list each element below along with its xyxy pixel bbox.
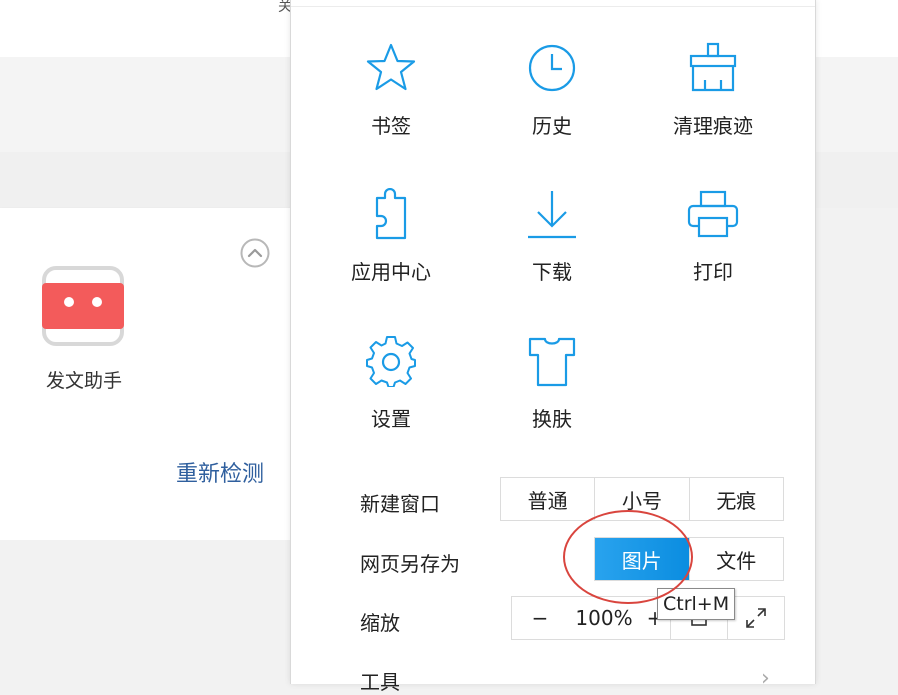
menu-item-label: 下载 <box>532 260 572 284</box>
new-window-incognito-button[interactable]: 无痕 <box>688 478 783 520</box>
zoom-out-button[interactable]: − <box>512 597 568 639</box>
tools-label[interactable]: 工具 <box>360 666 400 695</box>
save-as-file-button[interactable]: 文件 <box>688 538 784 580</box>
tshirt-icon <box>528 337 576 387</box>
new-window-label: 新建窗口 <box>360 492 440 516</box>
gear-icon <box>366 336 416 387</box>
menu-item-bookmarks[interactable]: 书签 <box>321 42 461 162</box>
menu-item-label: 书签 <box>371 114 411 138</box>
save-as-label: 网页另存为 <box>360 552 460 576</box>
menu-item-history[interactable]: 历史 <box>482 42 622 162</box>
printer-icon <box>687 190 739 238</box>
recheck-link[interactable]: 重新检测 <box>176 456 264 488</box>
zoom-label: 缩放 <box>360 611 400 635</box>
menu-item-app-center[interactable]: 应用中心 <box>321 188 461 308</box>
new-window-segment: 普通 小号 无痕 <box>500 477 784 521</box>
menu-item-skin[interactable]: 换肤 <box>482 335 622 455</box>
zoom-shortcut-tooltip: Ctrl+M <box>657 588 736 620</box>
menu-item-settings[interactable]: 设置 <box>321 335 461 455</box>
menu-item-label: 设置 <box>371 407 411 431</box>
menu-item-label: 打印 <box>693 260 733 284</box>
browser-menu-panel: 书签 历史 清理痕迹 应用中心 下载 打印 设置 换肤 新建窗口 普通 小号 无… <box>290 0 816 694</box>
puzzle-icon <box>375 188 407 240</box>
menu-item-print[interactable]: 打印 <box>643 188 783 308</box>
robot-icon[interactable] <box>41 265 125 347</box>
new-window-small-button[interactable]: 小号 <box>594 478 688 520</box>
broom-icon <box>689 42 737 92</box>
menu-item-label: 历史 <box>532 114 572 138</box>
app-label: 发文助手 <box>45 370 122 392</box>
zoom-control: − 100% + <box>511 596 785 640</box>
zoom-value: 100% <box>575 606 633 630</box>
menu-item-label: 清理痕迹 <box>673 114 753 138</box>
menu-item-label: 换肤 <box>532 407 572 431</box>
collapse-chevron-up-icon[interactable] <box>240 238 270 268</box>
clock-icon <box>528 44 576 92</box>
chevron-right-icon[interactable]: › <box>761 666 770 691</box>
menu-top-divider <box>291 6 815 7</box>
star-icon <box>366 43 416 91</box>
fullscreen-icon[interactable] <box>727 597 784 639</box>
new-window-normal-button[interactable]: 普通 <box>501 478 594 520</box>
menu-item-label: 应用中心 <box>351 260 431 284</box>
menu-item-clear-traces[interactable]: 清理痕迹 <box>643 42 783 162</box>
menu-item-download[interactable]: 下载 <box>482 188 622 308</box>
save-as-segment: 图片 文件 <box>594 537 784 581</box>
download-icon <box>528 191 576 239</box>
save-as-image-button[interactable]: 图片 <box>595 538 689 580</box>
